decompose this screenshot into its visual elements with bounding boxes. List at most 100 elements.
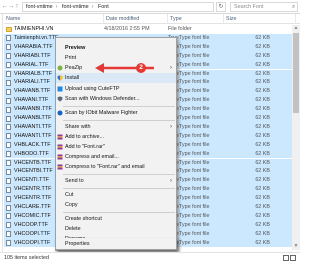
- column-header-type[interactable]: Type: [168, 14, 224, 24]
- file-name: VHCENTBI.TTF: [14, 168, 53, 175]
- details-view-icon[interactable]: [283, 255, 289, 261]
- file-name: VHARIALI.TTF: [14, 79, 50, 86]
- font-file-icon: [6, 106, 11, 113]
- file-size: 62 KB: [255, 159, 270, 166]
- font-file-icon: [6, 133, 11, 140]
- menu-item-label: PeaZip: [65, 65, 83, 71]
- menu-item-send-to[interactable]: Send to ›: [56, 176, 176, 186]
- up-button[interactable]: ↑: [13, 3, 21, 11]
- menu-item-share[interactable]: Share with ›: [56, 122, 176, 132]
- file-size: 62 KB: [255, 106, 270, 113]
- file-name: VHAVANI.TTF: [14, 97, 49, 104]
- search-input[interactable]: Search Font ⌕: [230, 2, 298, 12]
- file-name: TAIMIENPHI.VN: [14, 26, 54, 32]
- address-bar: ← → ↑ font-vntime › font-vntime › Font ↻ S…: [0, 0, 300, 14]
- font-file-icon: [6, 35, 11, 42]
- menu-item-label: Compress to "Font.rar" and email: [65, 164, 145, 170]
- column-header: Name Date modified Type Size: [4, 14, 300, 24]
- font-file-icon: [6, 240, 11, 247]
- menu-item-properties[interactable]: Properties: [56, 239, 176, 249]
- scroll-up-icon[interactable]: ▲: [292, 25, 300, 32]
- submenu-arrow-icon: ›: [170, 178, 172, 184]
- menu-item-copy[interactable]: Copy: [56, 200, 176, 210]
- file-size: 62 KB: [255, 123, 270, 130]
- column-header-date[interactable]: Date modified: [104, 14, 168, 24]
- winrar-icon: [57, 154, 63, 160]
- menu-item-upload[interactable]: Upload using CuteFTP: [56, 84, 176, 94]
- menu-item-preview[interactable]: Preview: [56, 43, 176, 53]
- font-file-icon: [6, 195, 11, 202]
- font-file-icon: [6, 177, 11, 184]
- file-name: VHARIALB.TTF: [14, 70, 53, 77]
- font-file-icon: [6, 44, 11, 51]
- font-file-icon: [6, 231, 11, 238]
- menu-item-add-archive[interactable]: Add to archive...: [56, 132, 176, 142]
- font-file-icon: [6, 160, 11, 166]
- menu-item-label: Compress and email...: [65, 154, 119, 160]
- file-size: 62 KB: [255, 43, 270, 50]
- menu-item-compress-rar-email[interactable]: Compress to "Font.rar" and email: [56, 162, 176, 172]
- file-size: 62 KB: [255, 61, 270, 68]
- context-menu-footer: Properties: [55, 238, 177, 250]
- navigation-pane: [0, 14, 3, 252]
- menu-item-defender[interactable]: Scan with Windows Defender...: [56, 94, 176, 104]
- table-row[interactable]: TAIMIENPHI.VN 4/18/2016 2:55 PM File folde…: [4, 25, 294, 34]
- scroll-down-icon[interactable]: ▼: [292, 243, 300, 250]
- font-file-icon: [6, 71, 11, 77]
- file-size: 62 KB: [255, 141, 270, 148]
- breadcrumb-item[interactable]: font-vntime: [26, 4, 53, 10]
- menu-item-create-shortcut[interactable]: Create shortcut: [56, 214, 176, 224]
- breadcrumb-item[interactable]: Font: [98, 4, 109, 10]
- menu-item-cut[interactable]: Cut: [56, 190, 176, 200]
- refresh-button[interactable]: ↻: [216, 2, 226, 12]
- file-name: VHCENTR.TTF: [14, 195, 52, 202]
- file-size: 62 KB: [255, 239, 270, 246]
- font-file-icon: [6, 88, 11, 95]
- breadcrumb-item[interactable]: font-vntime: [62, 4, 89, 10]
- menu-item-compress-email[interactable]: Compress and email...: [56, 152, 176, 162]
- column-header-name[interactable]: Name: [4, 14, 104, 24]
- menu-item-add-rar[interactable]: Add to "Font.rar": [56, 142, 176, 152]
- scrollbar-thumb[interactable]: [293, 33, 299, 113]
- font-file-icon: [6, 151, 11, 158]
- font-file-icon: [6, 97, 11, 104]
- file-size: 62 KB: [255, 177, 270, 184]
- folder-icon: [6, 27, 12, 32]
- font-file-icon: [6, 168, 11, 175]
- file-size: 62 KB: [255, 115, 270, 121]
- winrar-icon: [57, 164, 63, 170]
- file-size: 62 KB: [255, 221, 270, 228]
- menu-separator: [63, 106, 175, 107]
- file-name: Taimienphi.vn.TTF: [14, 34, 59, 41]
- menu-item-iobit[interactable]: Scan by IObit Malware Fighter: [56, 108, 176, 118]
- vertical-scrollbar[interactable]: ▲ ▼: [292, 25, 300, 250]
- font-file-icon: [6, 142, 11, 149]
- file-name: VHBLACK.TTF: [14, 141, 51, 148]
- font-file-icon: [6, 204, 11, 211]
- file-size: 62 KB: [255, 195, 270, 202]
- file-name: VHCLARE.TTF: [14, 204, 51, 210]
- menu-separator: [63, 174, 175, 175]
- file-size: 62 KB: [255, 70, 270, 77]
- file-name: VHARIABI.TTF: [14, 52, 51, 59]
- file-name: VHCOOPI.TTF: [14, 230, 51, 237]
- file-size: 62 KB: [255, 34, 270, 41]
- file-size: 62 KB: [255, 132, 270, 139]
- breadcrumb[interactable]: font-vntime › font-vntime › Font: [22, 2, 214, 12]
- menu-item-label: Print: [65, 55, 77, 61]
- menu-item-label: Create shortcut: [65, 216, 102, 222]
- file-name: VHCOOPI.TTF: [14, 239, 51, 246]
- column-header-size[interactable]: Size: [224, 14, 296, 24]
- menu-item-label: Scan by IObit Malware Fighter: [65, 110, 138, 116]
- large-icons-view-icon[interactable]: [290, 255, 296, 261]
- menu-item-label: Preview: [65, 45, 86, 51]
- menu-item-label: Upload using CuteFTP: [65, 86, 120, 92]
- font-file-icon: [6, 124, 11, 131]
- peazip-icon: [57, 65, 63, 71]
- file-size: 62 KB: [255, 150, 270, 157]
- font-file-icon: [6, 115, 11, 122]
- menu-item-delete[interactable]: Delete: [56, 224, 176, 234]
- file-name: VHCOMIC.TTF: [14, 212, 51, 219]
- font-file-icon: [6, 186, 11, 193]
- menu-item-label: Add to archive...: [65, 134, 104, 140]
